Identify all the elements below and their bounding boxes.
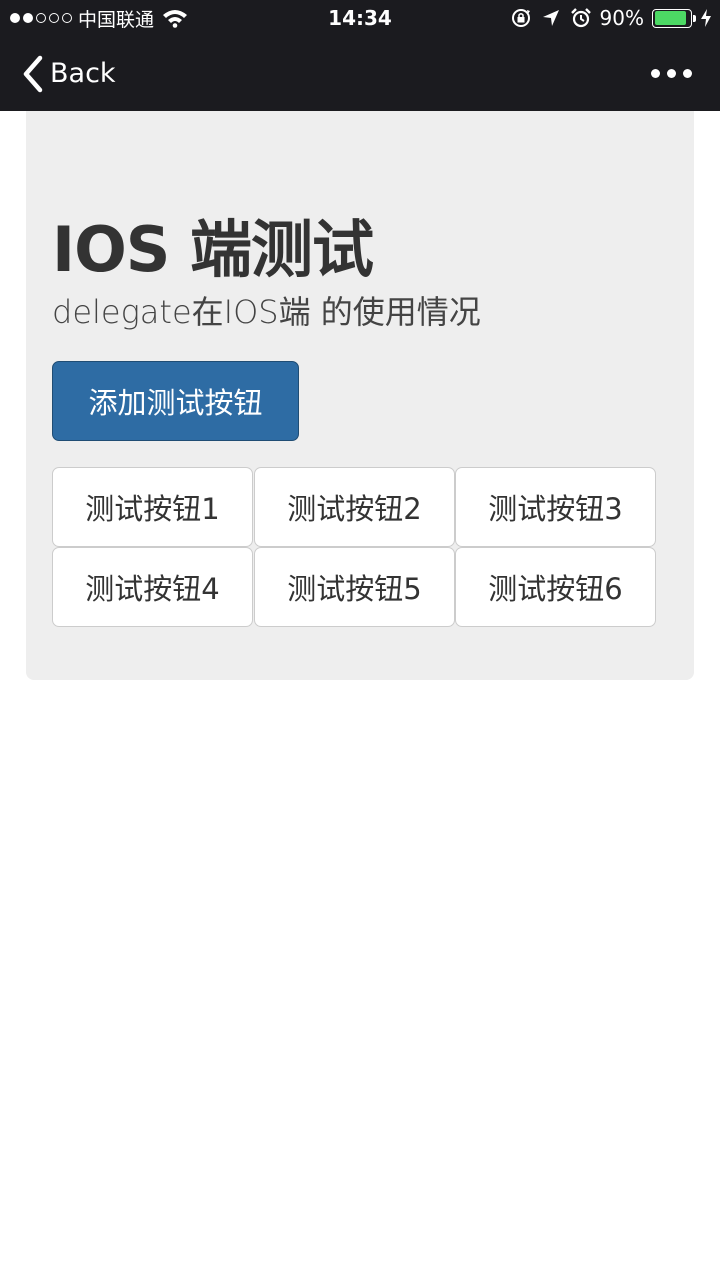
add-test-button[interactable]: 添加测试按钮: [52, 361, 299, 441]
test-button-1[interactable]: 测试按钮1: [52, 467, 253, 547]
page-title: IOS 端测试: [52, 213, 374, 286]
more-dots-icon[interactable]: [651, 36, 692, 111]
status-right: 90%: [510, 0, 712, 36]
location-arrow-icon: [542, 10, 559, 26]
page-subtitle: delegate在IOS端 的使用情况: [52, 293, 481, 331]
test-button-2[interactable]: 测试按钮2: [254, 467, 455, 547]
test-button-4[interactable]: 测试按钮4: [52, 547, 253, 627]
test-button-5[interactable]: 测试按钮5: [254, 547, 455, 627]
back-button[interactable]: Back: [20, 36, 116, 111]
charging-bolt-icon: [701, 9, 711, 27]
nav-bar: Back: [0, 36, 720, 111]
rotation-lock-icon: [511, 9, 530, 27]
jumbotron-panel: IOS 端测试 delegate在IOS端 的使用情况 添加测试按钮 测试按钮1…: [26, 111, 694, 680]
alarm-clock-icon: [570, 8, 591, 28]
battery-percent: 90%: [599, 6, 644, 30]
test-button-3[interactable]: 测试按钮3: [455, 467, 656, 547]
chevron-left-icon: [23, 55, 43, 92]
test-button-6[interactable]: 测试按钮6: [455, 547, 656, 627]
back-label: Back: [50, 58, 116, 89]
battery-icon: [652, 8, 696, 28]
status-bar: 中国联通 14:34 90%: [0, 0, 720, 36]
